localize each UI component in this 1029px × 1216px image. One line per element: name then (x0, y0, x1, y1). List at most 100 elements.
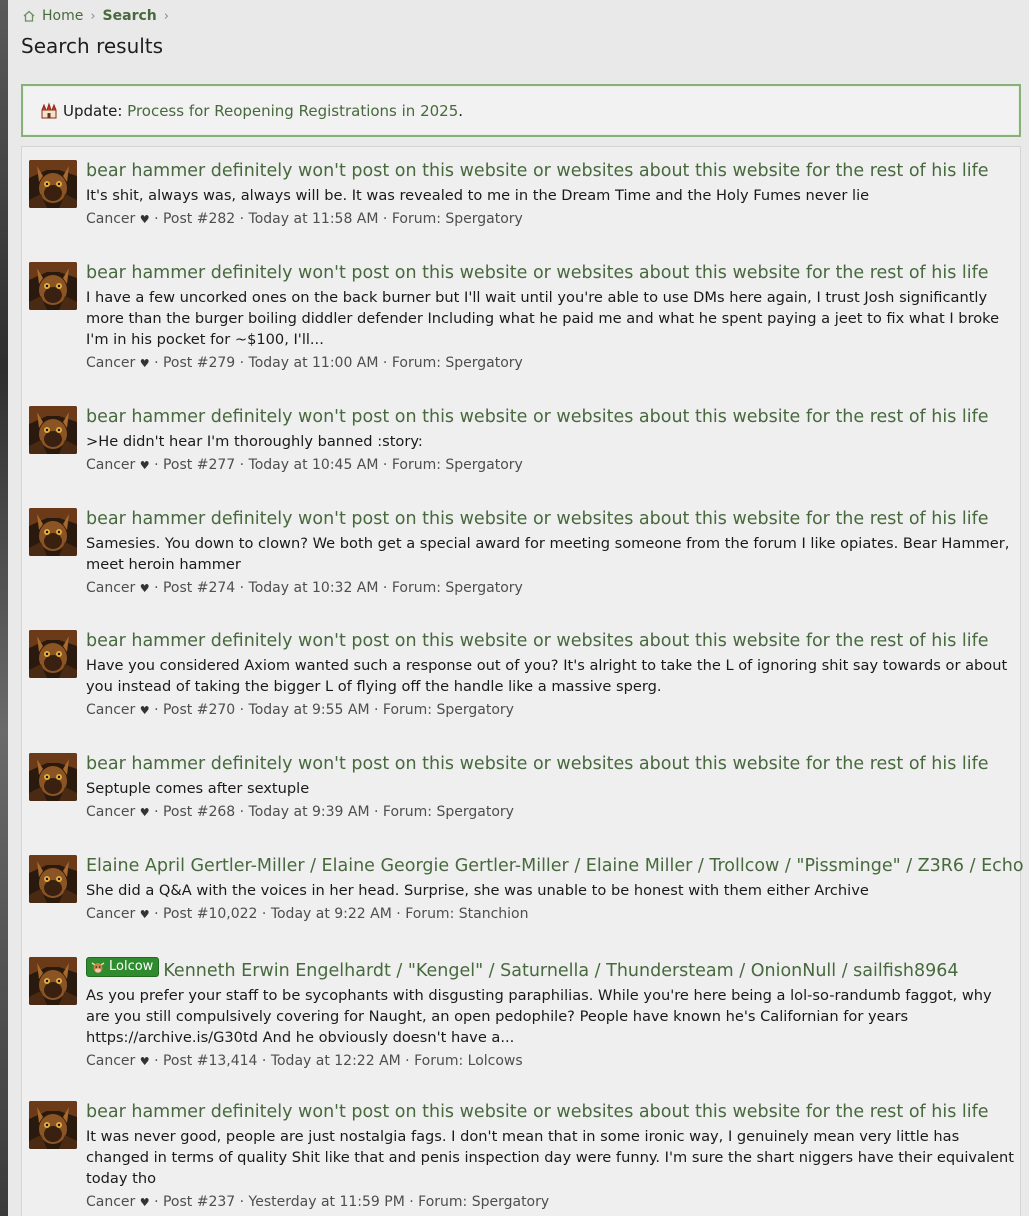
meta-separator: · (149, 1194, 163, 1210)
avatar[interactable] (29, 753, 77, 801)
avatar[interactable] (29, 508, 77, 556)
meta-separator: · (149, 804, 163, 820)
post-number[interactable]: Post #10,022 (163, 906, 257, 922)
result-meta: Cancer ♥ · Post #279 · Today at 11:00 AM… (86, 353, 1014, 374)
forum-link[interactable]: Forum: Spergatory (392, 580, 523, 596)
meta-separator: · (235, 1194, 249, 1210)
post-number[interactable]: Post #268 (163, 804, 235, 820)
post-time[interactable]: Yesterday at 11:59 PM (249, 1194, 405, 1210)
heart-icon: ♥ (139, 1196, 150, 1209)
page: Home › Search › Search results Update: P… (8, 0, 1029, 1216)
post-number[interactable]: Post #282 (163, 211, 235, 227)
result-title-row: Lolcow Kenneth Erwin Engelhardt / "Kenge… (86, 957, 1014, 982)
result-title[interactable]: bear hammer definitely won't post on thi… (86, 262, 1014, 284)
result-meta: Cancer ♥ · Post #274 · Today at 10:32 AM… (86, 578, 1014, 599)
post-number[interactable]: Post #274 (163, 580, 235, 596)
post-number[interactable]: Post #279 (163, 355, 235, 371)
lolcow-badge[interactable]: Lolcow (86, 957, 160, 977)
heart-icon: ♥ (139, 806, 150, 819)
post-time[interactable]: Today at 11:58 AM (249, 211, 379, 227)
post-number[interactable]: Post #237 (163, 1194, 235, 1210)
breadcrumb-home-link[interactable]: Home (42, 8, 83, 24)
result-snippet: It was never good, people are just nosta… (86, 1128, 1014, 1187)
author-link[interactable]: Cancer (86, 1053, 135, 1069)
result-title[interactable]: bear hammer definitely won't post on thi… (86, 160, 1014, 182)
result-title[interactable]: bear hammer definitely won't post on thi… (86, 753, 1014, 775)
avatar[interactable] (29, 160, 77, 208)
post-number[interactable]: Post #270 (163, 702, 235, 718)
cow-icon (91, 962, 105, 973)
notice-link[interactable]: Process for Reopening Registrations in 2… (127, 102, 458, 120)
post-time[interactable]: Today at 9:22 AM (271, 906, 392, 922)
author-link[interactable]: Cancer (86, 457, 135, 473)
result-snippet: I have a few uncorked ones on the back b… (86, 289, 1000, 348)
breadcrumb-search-link[interactable]: Search (103, 8, 157, 24)
result-meta: Cancer ♥ · Post #277 · Today at 10:45 AM… (86, 455, 1014, 476)
forum-link[interactable]: Forum: Spergatory (418, 1194, 549, 1210)
post-number[interactable]: Post #277 (163, 457, 235, 473)
heart-icon: ♥ (139, 213, 150, 226)
post-time[interactable]: Today at 9:39 AM (249, 804, 370, 820)
meta-separator: · (149, 355, 163, 371)
result-meta: Cancer ♥ · Post #10,022 · Today at 9:22 … (86, 904, 1014, 925)
post-time[interactable]: Today at 9:55 AM (249, 702, 370, 718)
result-snippet: Samesies. You down to clown? We both get… (86, 535, 1010, 573)
avatar[interactable] (29, 406, 77, 454)
forum-link[interactable]: Forum: Spergatory (383, 804, 514, 820)
breadcrumb: Home › Search › (22, 7, 176, 25)
author-link[interactable]: Cancer (86, 804, 135, 820)
meta-separator: · (235, 702, 249, 718)
avatar[interactable] (29, 1101, 77, 1149)
heart-icon: ♥ (139, 1055, 150, 1068)
result-meta: Cancer ♥ · Post #282 · Today at 11:58 AM… (86, 209, 1014, 230)
result-snippet: It's shit, always was, always will be. I… (86, 187, 870, 204)
result-snippet: Have you considered Axiom wanted such a … (86, 657, 1008, 695)
forum-link[interactable]: Forum: Spergatory (392, 457, 523, 473)
avatar[interactable] (29, 855, 77, 903)
result-title[interactable]: bear hammer definitely won't post on thi… (86, 406, 1014, 428)
result-snippet: Septuple comes after sextuple (86, 780, 310, 797)
result-title[interactable]: bear hammer definitely won't post on thi… (86, 508, 1014, 530)
heart-icon: ♥ (139, 357, 150, 370)
result-title[interactable]: bear hammer definitely won't post on thi… (86, 1101, 1014, 1123)
avatar[interactable] (29, 630, 77, 678)
result-title[interactable]: Kenneth Erwin Engelhardt / "Kengel" / Sa… (163, 961, 958, 981)
result-title[interactable]: Elaine April Gertler-Miller / Elaine Geo… (86, 855, 1024, 877)
post-time[interactable]: Today at 10:32 AM (249, 580, 379, 596)
meta-separator: · (149, 702, 163, 718)
meta-separator: · (257, 906, 271, 922)
avatar[interactable] (29, 957, 77, 1005)
meta-separator: · (149, 457, 163, 473)
result-meta: Cancer ♥ · Post #270 · Today at 9:55 AM … (86, 700, 1014, 721)
result-meta: Cancer ♥ · Post #268 · Today at 9:39 AM … (86, 802, 1014, 823)
avatar[interactable] (29, 262, 77, 310)
heart-icon: ♥ (139, 582, 150, 595)
result-title[interactable]: bear hammer definitely won't post on thi… (86, 630, 1014, 652)
post-time[interactable]: Today at 10:45 AM (249, 457, 379, 473)
forum-link[interactable]: Forum: Lolcows (414, 1053, 523, 1069)
meta-separator: · (149, 580, 163, 596)
result-meta: Cancer ♥ · Post #237 · Yesterday at 11:5… (86, 1192, 1014, 1213)
meta-separator: · (235, 580, 249, 596)
forum-link[interactable]: Forum: Spergatory (392, 355, 523, 371)
heart-icon: ♥ (139, 704, 150, 717)
meta-separator: · (149, 1053, 163, 1069)
author-link[interactable]: Cancer (86, 702, 135, 718)
meta-separator: · (235, 804, 249, 820)
forum-link[interactable]: Forum: Stanchion (405, 906, 528, 922)
home-icon[interactable] (22, 9, 36, 23)
author-link[interactable]: Cancer (86, 211, 135, 227)
meta-separator: · (404, 1194, 419, 1210)
author-link[interactable]: Cancer (86, 906, 135, 922)
post-time[interactable]: Today at 12:22 AM (271, 1053, 401, 1069)
forum-link[interactable]: Forum: Spergatory (392, 211, 523, 227)
post-number[interactable]: Post #13,414 (163, 1053, 257, 1069)
notice-banner: Update: Process for Reopening Registrati… (21, 84, 1021, 137)
meta-separator: · (149, 211, 163, 227)
badge-label: Lolcow (109, 959, 154, 974)
forum-link[interactable]: Forum: Spergatory (383, 702, 514, 718)
author-link[interactable]: Cancer (86, 355, 135, 371)
author-link[interactable]: Cancer (86, 580, 135, 596)
author-link[interactable]: Cancer (86, 1194, 135, 1210)
post-time[interactable]: Today at 11:00 AM (249, 355, 379, 371)
